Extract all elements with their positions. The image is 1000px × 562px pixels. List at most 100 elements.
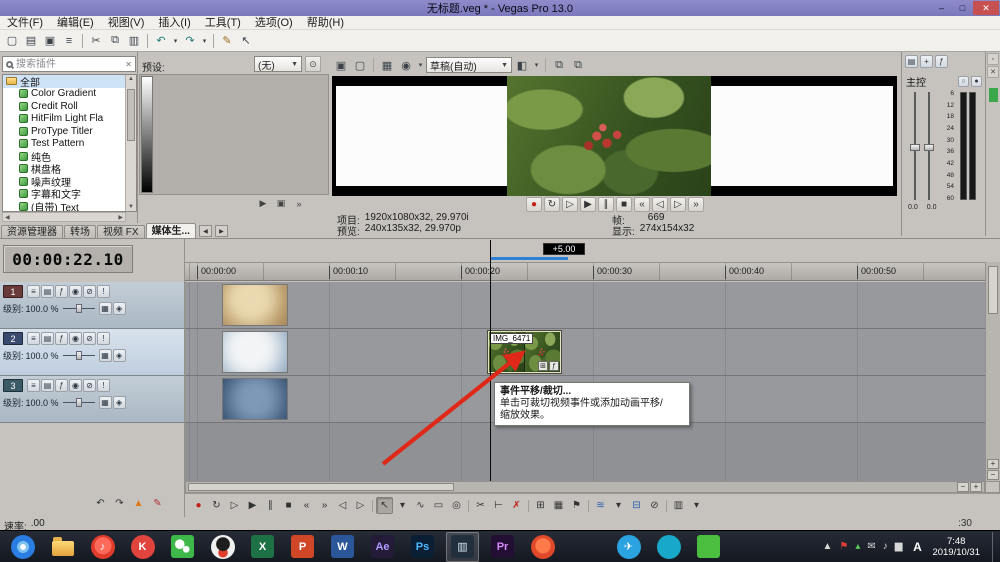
lock-envelopes-icon[interactable]: ⊟ xyxy=(628,497,645,514)
zoom-in-vertical-icon[interactable]: + xyxy=(987,459,999,469)
zoom-out-icon[interactable]: − xyxy=(957,482,969,492)
generator-list-item[interactable]: (自带) Text xyxy=(3,200,136,211)
generator-list-item[interactable]: Credit Roll xyxy=(3,100,136,113)
open-project-icon[interactable]: ▤ xyxy=(22,32,40,50)
solo-icon[interactable]: ! xyxy=(97,379,110,392)
track-level-slider[interactable] xyxy=(62,304,95,313)
solo-icon[interactable]: ! xyxy=(97,285,110,298)
word-icon[interactable]: W xyxy=(326,532,359,562)
trim-event-icon[interactable]: ⊢ xyxy=(490,497,507,514)
slider-thumb[interactable] xyxy=(75,351,82,360)
browser-icon[interactable] xyxy=(6,532,39,562)
scrollbar-thumb[interactable] xyxy=(988,266,998,314)
tray-chart-icon[interactable]: ▴ xyxy=(855,541,860,552)
menu-item[interactable]: 编辑(E) xyxy=(50,16,101,30)
bypass-fx-icon[interactable]: ▤ xyxy=(41,332,54,345)
menu-item[interactable]: 选项(O) xyxy=(248,16,300,30)
mute-icon[interactable]: ⊘ xyxy=(83,285,96,298)
stop-icon[interactable]: ■ xyxy=(280,497,297,514)
redo-caret-icon[interactable]: ▾ xyxy=(200,32,209,50)
excel-icon[interactable]: X xyxy=(246,532,279,562)
photoshop-icon[interactable]: Ps xyxy=(406,532,439,562)
track-fx-icon[interactable]: ƒ xyxy=(55,379,68,392)
stop-preset-icon[interactable]: ▣ xyxy=(274,197,288,210)
dock-tab[interactable]: 转场 xyxy=(64,225,96,239)
compositing-mode-icon[interactable]: ▦ xyxy=(98,302,112,315)
zoom-out-vertical-icon[interactable]: − xyxy=(987,470,999,480)
play-icon[interactable]: ▶ xyxy=(580,197,596,212)
scroll-right-icon[interactable]: ▶ xyxy=(118,214,123,221)
previous-frame-icon[interactable]: ◁ xyxy=(334,497,351,514)
tray-flag-icon[interactable]: ⚑ xyxy=(839,541,848,552)
menu-item[interactable]: 帮助(H) xyxy=(300,16,351,30)
compositing-mode-icon[interactable]: ▦ xyxy=(98,349,112,362)
whats-this-help-icon[interactable]: ↖ xyxy=(237,32,255,50)
auto-hide-panel-icon[interactable]: ▫ xyxy=(987,53,999,65)
delete-event-icon[interactable]: ✗ xyxy=(508,497,525,514)
wechat-icon[interactable] xyxy=(166,532,199,562)
solo-icon[interactable]: ! xyxy=(97,332,110,345)
go-to-end-icon[interactable]: » xyxy=(688,197,704,212)
generator-list-item[interactable]: ProType Titler xyxy=(3,125,136,138)
enable-snapping-icon[interactable]: ⊞ xyxy=(532,497,549,514)
vegas-pro-icon[interactable]: ▥ xyxy=(446,531,479,562)
bypass-fx-icon[interactable]: ▤ xyxy=(41,285,54,298)
dock-tab[interactable]: 媒体生... xyxy=(145,223,196,239)
snap-to-markers-icon[interactable]: ⚑ xyxy=(568,497,585,514)
generator-list-item[interactable]: Color Gradient xyxy=(3,88,136,101)
overlay-icon[interactable]: ◉ xyxy=(397,56,415,74)
teal-app-icon[interactable] xyxy=(652,532,685,562)
tab-scroll-left-icon[interactable]: ◀ xyxy=(198,225,212,237)
previous-frame-icon[interactable]: ◁ xyxy=(652,197,668,212)
overlay-caret-icon[interactable]: ▾ xyxy=(416,56,425,74)
pause-icon[interactable]: ∥ xyxy=(262,497,279,514)
fader-handle[interactable] xyxy=(924,144,934,151)
close-panel-icon[interactable]: ✕ xyxy=(987,66,999,78)
plugin-search-input[interactable] xyxy=(16,58,123,70)
play-from-start-icon[interactable]: ▷ xyxy=(226,497,243,514)
video-event-thumbnail[interactable] xyxy=(222,284,288,326)
preview-quality-dropdown[interactable]: 草稿(自动) ▼ xyxy=(426,57,512,73)
generator-list-item[interactable]: HitFilm Light Fla xyxy=(3,113,136,126)
track-motion-icon[interactable]: ≡ xyxy=(27,285,40,298)
fader-handle[interactable] xyxy=(910,144,920,151)
undo-small-icon[interactable]: ↶ xyxy=(92,495,109,512)
split-event-icon[interactable]: ✂ xyxy=(472,497,489,514)
scroll-left-icon[interactable]: ◀ xyxy=(5,214,10,221)
file-explorer-icon[interactable] xyxy=(46,532,79,562)
show-desktop-button[interactable] xyxy=(992,531,998,562)
project-video-properties-icon[interactable]: ▣ xyxy=(332,56,350,74)
edit-tool-caret-icon[interactable]: ▾ xyxy=(394,497,411,514)
compositing-mode-icon[interactable]: ▦ xyxy=(98,396,112,409)
insert-fx-icon[interactable]: ƒ xyxy=(935,55,948,68)
paper-plane-app-icon[interactable]: ✈ xyxy=(612,532,645,562)
input-method-indicator[interactable]: A xyxy=(910,540,924,554)
go-to-end-icon[interactable]: » xyxy=(316,497,333,514)
video-event-thumbnail[interactable] xyxy=(222,331,288,373)
mixer-properties-icon[interactable]: ▤ xyxy=(905,55,918,68)
auto-ripple-icon[interactable]: ≋ xyxy=(592,497,609,514)
menu-item[interactable]: 视图(V) xyxy=(101,16,152,30)
mute-icon[interactable]: ⊘ xyxy=(83,332,96,345)
go-to-start-icon[interactable]: « xyxy=(298,497,315,514)
menu-item[interactable]: 插入(I) xyxy=(151,16,197,30)
minimize-button[interactable]: – xyxy=(931,1,952,15)
grab-snapshot-icon[interactable]: ⧉ xyxy=(550,56,568,74)
track-header-3[interactable]: 3 ≡ ▤ ƒ ◉ ⊘! 级别: 100.0 % ▦ ◈ xyxy=(0,376,184,423)
play-icon[interactable]: ▶ xyxy=(244,497,261,514)
menu-item[interactable]: 工具(T) xyxy=(198,16,248,30)
pause-icon[interactable]: ∥ xyxy=(598,197,614,212)
external-monitor-icon[interactable]: ▢ xyxy=(351,56,369,74)
track-row-2[interactable]: IMG_6471 ⊞ ƒ xyxy=(185,329,985,376)
timecode-display[interactable]: 00:00:22.10 xyxy=(3,245,133,273)
generator-list-item[interactable]: Test Pattern xyxy=(3,138,136,151)
undo-icon[interactable]: ↶ xyxy=(152,32,170,50)
timeline-vscrollbar[interactable]: + − xyxy=(985,262,1000,481)
slider-thumb[interactable] xyxy=(75,304,82,313)
selected-video-event[interactable]: IMG_6471 ⊞ ƒ xyxy=(488,331,561,373)
play-from-start-icon[interactable]: ▷ xyxy=(562,197,578,212)
tray-volume-icon[interactable]: ♪ xyxy=(883,541,888,552)
record-icon[interactable]: ● xyxy=(526,197,542,212)
loop-playback-icon[interactable]: ↻ xyxy=(544,197,560,212)
timeline-empty-area[interactable] xyxy=(185,423,985,481)
